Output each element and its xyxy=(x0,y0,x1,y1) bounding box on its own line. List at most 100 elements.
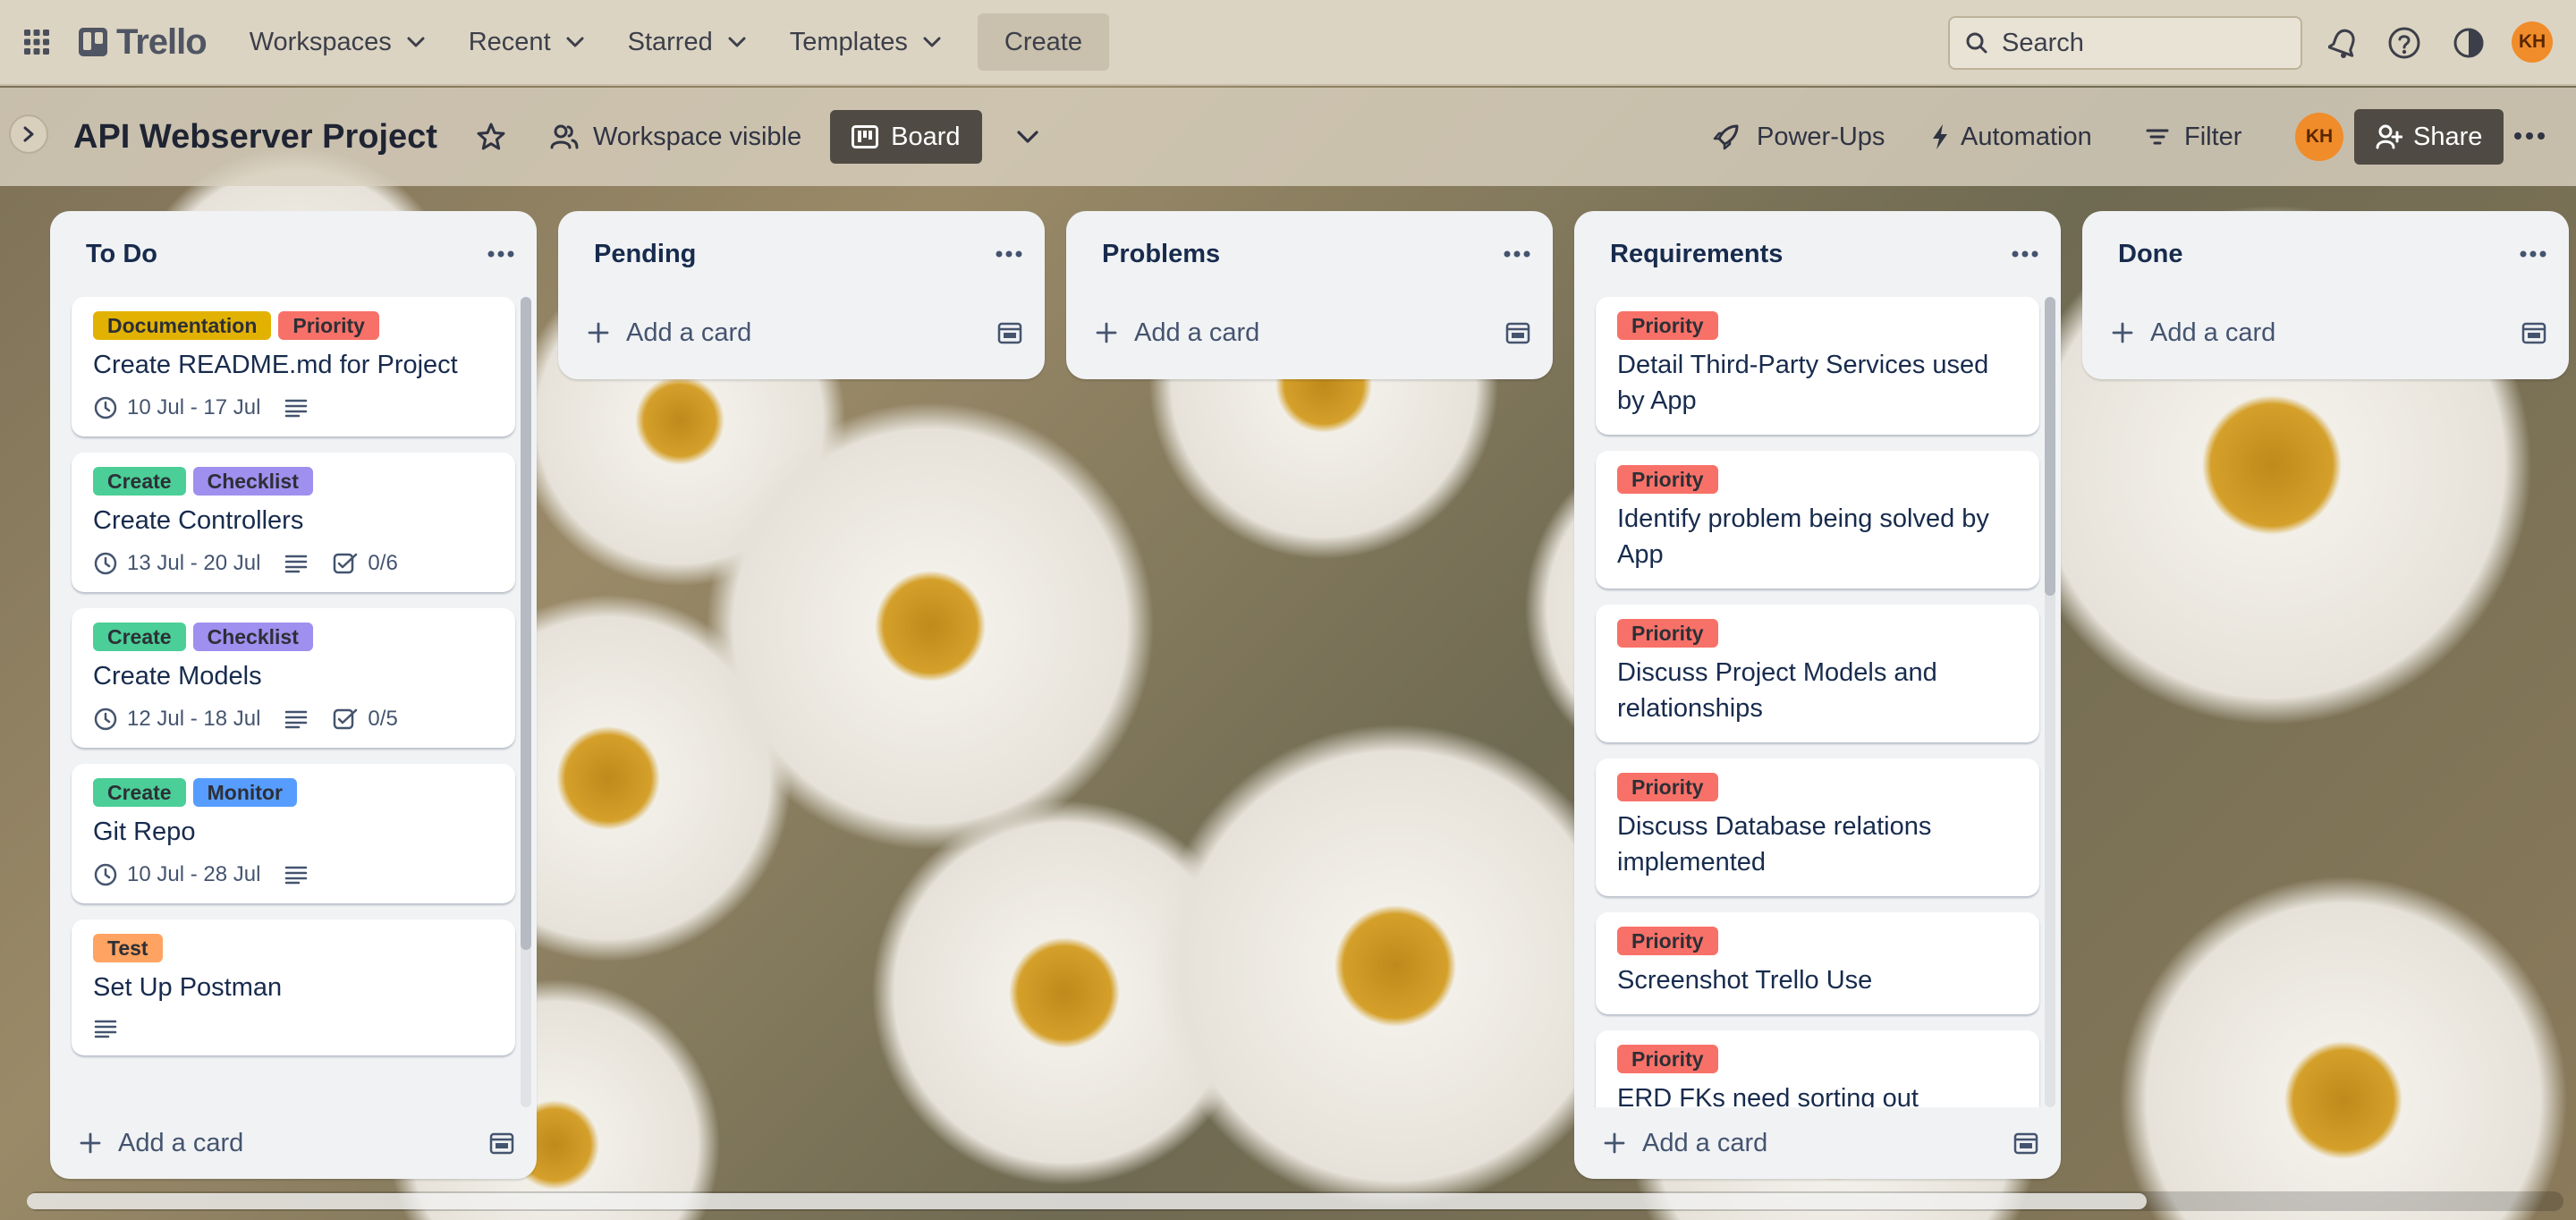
label-checklist[interactable]: Checklist xyxy=(192,623,313,651)
board-member-avatar[interactable]: KH xyxy=(2295,113,2343,161)
chevron-down-icon xyxy=(1016,131,1038,143)
add-card-label: Add a card xyxy=(626,318,752,347)
app-switcher-icon[interactable] xyxy=(13,13,61,71)
share-button[interactable]: Share xyxy=(2354,109,2504,165)
card[interactable]: Documentation Priority Create README.md … xyxy=(72,297,515,436)
lightning-icon xyxy=(1933,124,1947,149)
automation-label: Automation xyxy=(1961,122,2092,151)
add-card-row: Add a card xyxy=(2082,297,2569,369)
workspaces-label: Workspaces xyxy=(249,27,392,56)
list-scrollbar-thumb[interactable] xyxy=(2045,297,2055,596)
list-title[interactable]: Problems xyxy=(1102,240,1220,269)
label-documentation[interactable]: Documentation xyxy=(93,311,272,340)
add-card-button[interactable]: Add a card xyxy=(79,1129,243,1158)
add-card-button[interactable]: Add a card xyxy=(587,318,751,348)
create-from-template-icon[interactable] xyxy=(1504,319,1531,346)
add-card-button[interactable]: Add a card xyxy=(1603,1129,1767,1158)
card[interactable]: Create Checklist Create Models 12 Jul - … xyxy=(72,608,515,748)
list-scrollbar-thumb[interactable] xyxy=(521,297,531,950)
list-menu-icon[interactable] xyxy=(1503,250,1531,258)
board-view-button[interactable]: Board xyxy=(830,110,982,164)
notifications-icon[interactable] xyxy=(2324,23,2363,63)
plus-icon xyxy=(1096,322,1117,343)
label-create[interactable]: Create xyxy=(93,623,186,651)
card[interactable]: Priority ERD FKs need sorting out xyxy=(1596,1030,2039,1107)
card[interactable]: Priority Discuss Database relations impl… xyxy=(1596,758,2039,896)
label-checklist[interactable]: Checklist xyxy=(192,467,313,496)
power-ups-button[interactable]: Power-Ups xyxy=(1698,110,1899,164)
card-due-dates[interactable]: 12 Jul - 18 Jul xyxy=(127,707,260,732)
add-card-button[interactable]: Add a card xyxy=(1095,318,1259,348)
card[interactable]: Create Checklist Create Controllers 13 J… xyxy=(72,453,515,592)
list-menu-icon[interactable] xyxy=(2519,250,2547,258)
list-title[interactable]: Pending xyxy=(594,240,696,269)
theme-toggle-icon[interactable] xyxy=(2449,23,2488,63)
card-title: Create Controllers xyxy=(93,506,304,535)
expand-sidebar-button[interactable] xyxy=(9,114,48,154)
card[interactable]: Priority Discuss Project Models and rela… xyxy=(1596,605,2039,742)
card-due-dates[interactable]: 13 Jul - 20 Jul xyxy=(127,551,260,576)
list-menu-icon[interactable] xyxy=(2011,250,2039,258)
power-ups-label: Power-Ups xyxy=(1757,122,1885,151)
recent-menu[interactable]: Recent xyxy=(453,13,601,71)
list-scrollbar[interactable] xyxy=(2045,297,2055,1107)
create-from-template-icon[interactable] xyxy=(2012,1130,2039,1156)
share-label: Share xyxy=(2413,122,2483,151)
label-priority[interactable]: Priority xyxy=(278,311,379,340)
card-title: Screenshot Trello Use xyxy=(1617,966,1873,995)
workspaces-menu[interactable]: Workspaces xyxy=(233,13,442,71)
create-from-template-icon[interactable] xyxy=(2521,319,2547,346)
card-due-dates[interactable]: 10 Jul - 17 Jul xyxy=(127,395,260,420)
workspace-visibility-label: Workspace visible xyxy=(592,122,802,151)
label-monitor[interactable]: Monitor xyxy=(192,778,297,807)
card[interactable]: Priority Screenshot Trello Use xyxy=(1596,912,2039,1014)
automation-button[interactable]: Automation xyxy=(1916,110,2106,164)
card-due-dates[interactable]: 10 Jul - 28 Jul xyxy=(127,862,260,887)
label-test[interactable]: Test xyxy=(93,934,163,962)
user-avatar[interactable]: KH xyxy=(2512,21,2553,63)
filter-icon xyxy=(2146,129,2169,145)
trello-logo[interactable]: Trello xyxy=(61,13,221,71)
board-title[interactable]: API Webserver Project xyxy=(73,118,437,157)
create-label: Create xyxy=(1004,27,1082,56)
workspace-visibility-button[interactable]: Workspace visible xyxy=(536,110,816,164)
list-title[interactable]: To Do xyxy=(86,240,157,269)
label-priority[interactable]: Priority xyxy=(1617,1045,1718,1073)
label-priority[interactable]: Priority xyxy=(1617,311,1718,340)
card[interactable]: Test Set Up Postman xyxy=(72,919,515,1055)
card[interactable]: Priority Identify problem being solved b… xyxy=(1596,451,2039,589)
list-scrollbar[interactable] xyxy=(521,297,531,1107)
add-card-button[interactable]: Add a card xyxy=(2111,318,2275,348)
create-from-template-icon[interactable] xyxy=(996,319,1023,346)
filter-button[interactable]: Filter xyxy=(2131,110,2256,164)
chevron-down-icon xyxy=(923,37,941,47)
help-icon[interactable] xyxy=(2385,23,2424,63)
recent-label: Recent xyxy=(468,27,551,56)
card[interactable]: Priority Detail Third-Party Services use… xyxy=(1596,297,2039,435)
plus-icon xyxy=(80,1132,101,1154)
templates-menu[interactable]: Templates xyxy=(774,13,958,71)
description-icon xyxy=(285,866,308,885)
label-create[interactable]: Create xyxy=(93,467,186,496)
list-title[interactable]: Requirements xyxy=(1610,240,1783,269)
starred-menu[interactable]: Starred xyxy=(612,13,763,71)
label-priority[interactable]: Priority xyxy=(1617,619,1718,648)
search-input[interactable]: Search xyxy=(1948,16,2302,70)
create-button[interactable]: Create xyxy=(977,13,1109,71)
more-options-icon[interactable] xyxy=(2510,120,2549,152)
board-scrollbar-thumb[interactable] xyxy=(27,1193,2147,1209)
board-views-dropdown[interactable] xyxy=(1002,110,1054,164)
star-board-icon[interactable] xyxy=(473,119,509,155)
list-title[interactable]: Done xyxy=(2118,240,2183,269)
label-priority[interactable]: Priority xyxy=(1617,773,1718,801)
list-menu-icon[interactable] xyxy=(487,250,515,258)
label-priority[interactable]: Priority xyxy=(1617,927,1718,955)
add-card-row: Add a card xyxy=(558,297,1045,369)
board-horizontal-scrollbar[interactable] xyxy=(27,1191,2563,1211)
create-from-template-icon[interactable] xyxy=(488,1130,515,1156)
list-menu-icon[interactable] xyxy=(995,250,1023,258)
description-icon xyxy=(285,555,308,573)
label-create[interactable]: Create xyxy=(93,778,186,807)
label-priority[interactable]: Priority xyxy=(1617,465,1718,494)
card[interactable]: Create Monitor Git Repo 10 Jul - 28 Jul xyxy=(72,764,515,903)
